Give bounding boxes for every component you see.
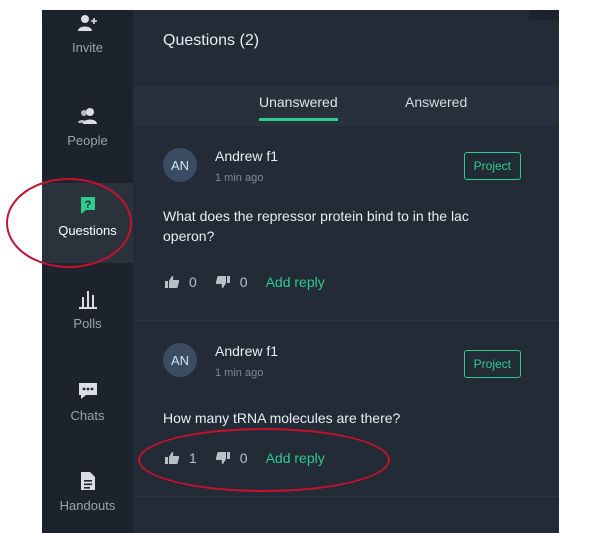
header-corner [529,10,559,20]
sidebar-item-invite[interactable]: Invite [42,12,133,94]
sidebar-item-label: Handouts [59,498,116,513]
svg-text:?: ? [84,199,91,211]
question-actions: 1 0 Add reply [164,450,325,466]
downvote-count: 0 [239,450,248,466]
upvote-button[interactable]: 0 [164,274,197,290]
question-card: AN Andrew f1 1 min ago Project What does… [133,126,559,321]
add-reply-link[interactable]: Add reply [266,450,325,466]
invite-icon [76,12,100,34]
upvote-button[interactable]: 1 [164,450,197,466]
question-actions: 0 0 Add reply [164,274,325,290]
project-badge[interactable]: Project [463,350,521,378]
tab-unanswered[interactable]: Unanswered [259,94,338,121]
upvote-count: 1 [189,450,197,466]
thumbs-up-icon [165,276,180,288]
add-reply-link[interactable]: Add reply [266,274,325,290]
sidebar-item-polls[interactable]: Polls [42,288,133,370]
thumbs-up-icon [165,452,180,464]
page-title: Questions (2) [163,32,260,49]
sidebar-item-handouts[interactable]: Handouts [42,470,133,533]
thumbs-down-icon [215,452,230,464]
tab-answered[interactable]: Answered [405,94,467,118]
question-tabs: Unanswered Answered [133,86,559,126]
downvote-button[interactable]: 0 [215,450,248,466]
sidebar-item-people[interactable]: People [42,105,133,187]
question-icon: ? [76,195,100,217]
app-window: Invite People ? Questions Polls Chats Ha… [42,10,559,533]
question-text: What does the repressor protein bind to … [163,208,469,244]
question-card: AN Andrew f1 1 min ago Project How many … [133,321,559,497]
project-badge[interactable]: Project [463,152,521,180]
question-time: 1 min ago [215,172,264,184]
sidebar-item-chats[interactable]: Chats [42,380,133,462]
question-author: Andrew f1 [215,148,279,164]
sidebar: Invite People ? Questions Polls Chats Ha… [42,10,133,533]
avatar: AN [163,148,197,182]
people-icon [76,105,100,127]
question-text: How many tRNA molecules are there? [163,410,401,426]
thumbs-down-icon [215,276,230,288]
question-author: Andrew f1 [215,343,279,359]
downvote-button[interactable]: 0 [215,274,248,290]
question-time: 1 min ago [215,367,264,379]
panel-header: Questions (2) [133,10,559,72]
polls-icon [76,288,100,310]
sidebar-item-label: People [67,133,108,148]
sidebar-item-label: Questions [58,223,117,238]
questions-panel: Questions (2) Unanswered Answered AN And… [133,10,559,533]
chats-icon [76,380,100,402]
sidebar-item-label: Polls [73,316,102,331]
sidebar-item-label: Invite [71,40,104,55]
sidebar-item-label: Chats [70,408,105,423]
upvote-count: 0 [189,274,197,290]
avatar: AN [163,343,197,377]
sidebar-item-questions[interactable]: ? Questions [42,183,133,263]
handouts-icon [76,470,100,492]
downvote-count: 0 [239,274,248,290]
